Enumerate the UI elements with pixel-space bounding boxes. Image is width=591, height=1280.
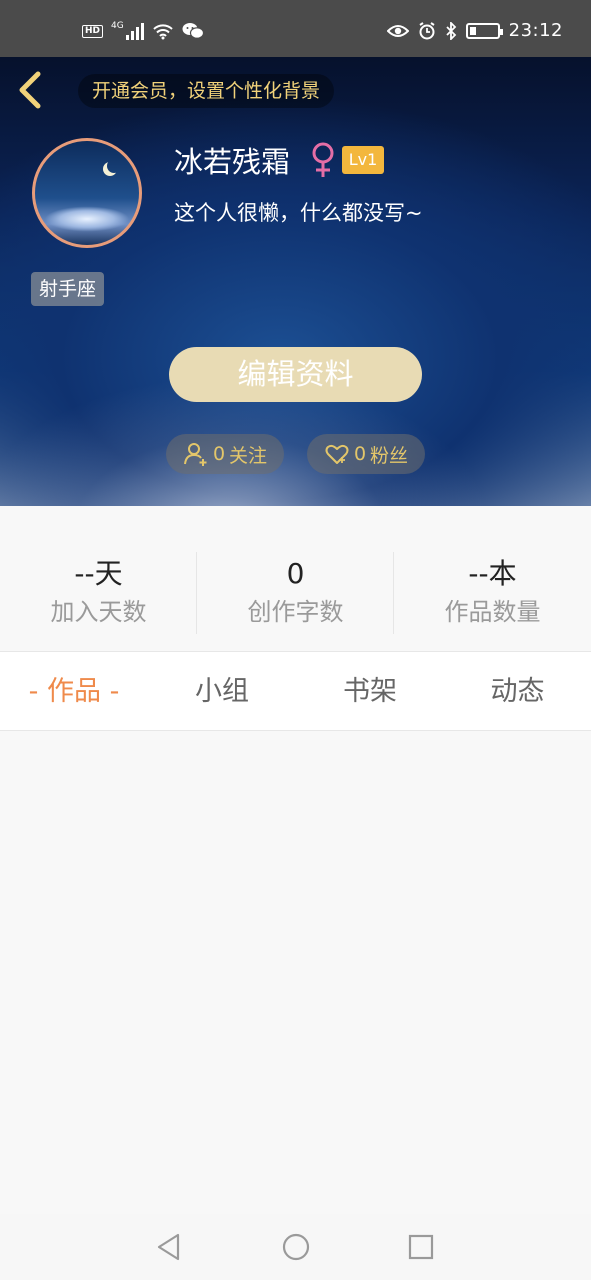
tab-groups[interactable]: 小组 — [148, 652, 296, 732]
stat-label: 创作字数 — [247, 598, 344, 626]
system-nav-bar — [0, 1214, 591, 1280]
battery-icon — [465, 22, 503, 39]
status-right: 23:12 — [386, 20, 563, 41]
fans-button[interactable]: 0 粉丝 — [307, 434, 425, 474]
follow-label: 关注 — [229, 444, 268, 467]
vip-banner[interactable]: 开通会员，设置个性化背景 — [78, 74, 335, 108]
zodiac-badge: 射手座 — [31, 272, 105, 306]
moon-icon — [107, 159, 121, 173]
female-icon — [312, 142, 334, 177]
stat-works-count: --本 作品数量 — [394, 554, 591, 630]
stat-word-count: 0 创作字数 — [197, 554, 394, 630]
stats-panel: --天 加入天数 0 创作字数 --本 作品数量 — [0, 506, 591, 651]
fans-label: 粉丝 — [370, 444, 409, 467]
back-button[interactable] — [14, 70, 50, 110]
hd-icon: HD — [82, 24, 104, 38]
stat-value: --本 — [468, 557, 517, 590]
tab-content — [0, 731, 591, 1214]
tab-works[interactable]: - 作品 - — [0, 652, 148, 732]
stat-label: 加入天数 — [50, 598, 147, 626]
level-badge: Lv1 — [342, 146, 384, 174]
bio-text: 这个人很懒，什么都没写~ — [174, 201, 423, 225]
eye-icon — [386, 24, 409, 37]
wechat-icon — [182, 23, 204, 39]
tab-bookshelf[interactable]: 书架 — [296, 652, 444, 732]
status-left: HD 4G — [82, 22, 204, 40]
nav-back-icon[interactable] — [154, 1232, 184, 1262]
nav-home-icon[interactable] — [281, 1232, 311, 1262]
chevron-left-icon — [19, 71, 41, 109]
stat-label: 作品数量 — [444, 598, 541, 626]
heart-icon — [325, 444, 349, 464]
status-bar: HD 4G 23:12 — [0, 0, 591, 57]
add-user-icon — [183, 443, 207, 466]
wifi-icon — [153, 24, 173, 40]
stat-value: 0 — [286, 557, 305, 590]
edit-profile-button[interactable]: 编辑资料 — [169, 347, 422, 402]
username: 冰若残霜 — [174, 145, 291, 179]
follow-button[interactable]: 0 关注 — [166, 434, 284, 474]
follow-count: 0 — [212, 443, 226, 465]
tab-activity[interactable]: 动态 — [444, 652, 591, 732]
alarm-icon — [419, 21, 435, 39]
stat-value: --天 — [74, 557, 123, 590]
profile-tabs: - 作品 - 小组 书架 动态 — [0, 651, 591, 731]
bluetooth-icon — [445, 21, 456, 40]
nav-recents-icon[interactable] — [406, 1232, 436, 1262]
stat-join-days: --天 加入天数 — [0, 554, 197, 630]
signal-icon: 4G — [111, 22, 144, 40]
avatar[interactable] — [32, 138, 142, 248]
clock-time: 23:12 — [508, 20, 563, 41]
fans-count: 0 — [353, 443, 367, 465]
